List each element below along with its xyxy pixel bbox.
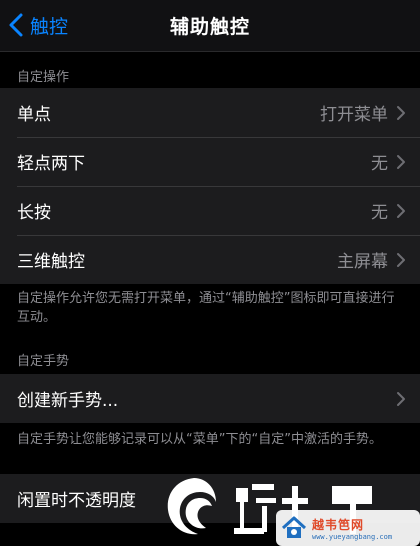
chevron-right-icon (397, 154, 405, 169)
custom-gestures-header: 自定手势 (17, 354, 70, 369)
row-single-tap[interactable]: 单点 打开菜单 (0, 88, 420, 137)
row-value: 无 (371, 203, 388, 223)
custom-actions-footer: 自定操作允许您无需打开菜单，通过“辅助触控”图标即可直接进行互动。 (17, 291, 395, 325)
row-long-press[interactable]: 长按 无 (0, 186, 420, 235)
row-title: 轻点两下 (17, 154, 85, 174)
chevron-right-icon (397, 203, 405, 218)
create-new-gesture-button[interactable]: 创建新手势... (0, 374, 420, 423)
chevron-right-icon (397, 252, 405, 267)
watermark-brand: 越韦笆网 (312, 517, 365, 532)
row-value: 无 (371, 154, 388, 174)
row-title: 长按 (17, 203, 51, 223)
chevron-right-icon (397, 105, 405, 120)
watermark-logo-icon (167, 478, 216, 535)
row-3d-touch[interactable]: 三维触控 主屏幕 (0, 235, 420, 284)
row-title: 三维触控 (17, 252, 85, 272)
chevron-right-icon (397, 391, 405, 406)
custom-actions-group: 单点 打开菜单 轻点两下 无 长按 无 三维触控 主屏幕 (0, 88, 420, 284)
custom-actions-header: 自定操作 (17, 70, 70, 85)
row-double-tap[interactable]: 轻点两下 无 (0, 137, 420, 186)
assistive-touch-screen: 触控 辅助触控 自定操作 单点 打开菜单 轻点两下 无 长按 无 三维触控 主屏… (0, 0, 420, 546)
row-value: 打开菜单 (320, 105, 388, 125)
page-title: 辅助触控 (169, 16, 250, 38)
custom-gestures-footer: 自定手势让您能够记录可以从“菜单”下的“自定”中激活的手势。 (17, 432, 382, 447)
row-title: 单点 (17, 105, 51, 125)
row-value: 主屏幕 (337, 252, 388, 272)
custom-gestures-group: 创建新手势... (0, 374, 420, 423)
watermark-badge: 越韦笆网 www.yueyangbang.com (276, 510, 420, 546)
house-icon (281, 516, 307, 538)
watermark-domain: www.yueyangbang.com (312, 532, 393, 541)
navigation-bar: 触控 辅助触控 (0, 0, 420, 52)
row-title: 创建新手势... (17, 391, 119, 411)
watermark: 越韦笆网 www.yueyangbang.com (0, 470, 420, 546)
